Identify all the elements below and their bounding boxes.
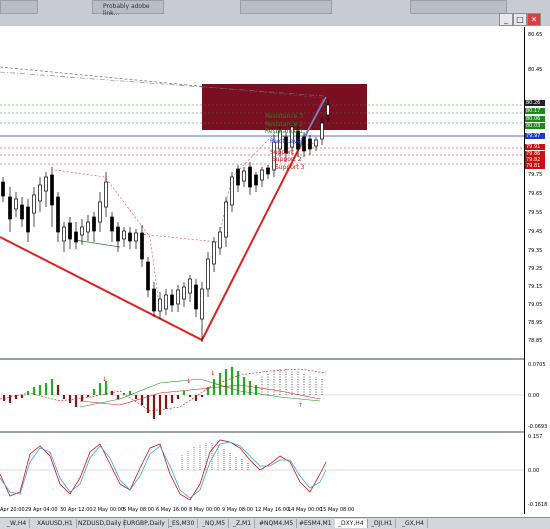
close-button[interactable]: ✕ — [527, 13, 541, 26]
price-tick: 79.45 — [528, 229, 543, 235]
osma-axis-mid: 0.00 — [528, 393, 540, 399]
window-thumbnail-adobe[interactable]: Probably adobe link... — [92, 0, 164, 17]
arrow-marker: ↓ — [210, 370, 215, 377]
support-1-label: Support 1 — [270, 149, 300, 156]
date-tick: 6 May 16:00 — [156, 507, 188, 513]
price-badge-pivot: 79.97 — [525, 133, 545, 139]
zigzag-line — [139, 131, 277, 243]
thumbnail-title: Probably adobe link... — [103, 3, 150, 17]
price-tick: 78.95 — [528, 320, 543, 326]
tab-es-m30[interactable]: _ES,M30 — [166, 519, 199, 528]
tab-esm4-m1[interactable]: #ESM4,M1 — [296, 519, 336, 528]
price-tick: 78.85 — [528, 338, 543, 344]
support-2-label: Support 2 — [272, 156, 302, 163]
tab-eurgbp-daily[interactable]: EURGBP,Daily — [120, 519, 169, 528]
date-tick: 30 Apr 12:00 — [60, 507, 93, 513]
arrow-marker: ↓ — [186, 378, 191, 385]
price-tick: 79.65 — [528, 191, 543, 197]
tab-w-h4[interactable]: _W,H4 — [4, 519, 31, 528]
window-thumbnail[interactable] — [0, 0, 38, 14]
date-tick: 12 May 16:00 — [255, 507, 290, 513]
osma-bars — [2, 367, 258, 419]
date-tick: 29 Apr 04:00 — [25, 507, 58, 513]
arrow-marker: ↓ — [102, 376, 107, 383]
date-tick: 2 May 00:00 — [93, 507, 125, 513]
window-thumbnail[interactable] — [240, 0, 332, 14]
osma-dots — [261, 369, 323, 395]
tab-nqm4-m5[interactable]: #NQM4,M5 — [256, 519, 298, 528]
price-tick: 79.55 — [528, 210, 543, 216]
date-tick: 5 May 08:00 — [123, 507, 155, 513]
osma-axis-bottom: -0.0693 — [528, 424, 548, 430]
date-tick: 9 May 08:00 — [222, 507, 254, 513]
tab-dxy-h4[interactable]: _DXY,H4 — [335, 519, 368, 528]
tab-dji-h1[interactable]: _DJI,H1 — [368, 519, 397, 528]
osma-indicator-pane[interactable]: ↓ ↓ ↓ ↑ — [0, 361, 524, 429]
osma-signal-line — [0, 368, 327, 412]
trend-line — [0, 98, 325, 342]
resistance-3-label: Resistance 3 — [265, 113, 304, 120]
resistance-1-label: Resistance 1 — [265, 128, 304, 135]
date-tick: 8 May 00:00 — [189, 507, 221, 513]
tab-nq-m5[interactable]: _NQ,M5 — [199, 519, 230, 528]
price-tick: 80.45 — [528, 67, 543, 73]
channel-line — [0, 66, 325, 99]
candles — [1, 99, 330, 342]
arrow-marker: ↑ — [298, 402, 303, 409]
price-badge-s4: 79.81 — [525, 163, 545, 169]
window-thumbnail[interactable] — [410, 0, 507, 14]
price-chart[interactable] — [0, 27, 524, 357]
osma-axis-top: 0.0705 — [528, 362, 546, 368]
tab-xauusd-h1[interactable]: XAUUSD,H1 — [34, 519, 77, 528]
support-3-label: Support 3 — [275, 164, 305, 171]
date-tick: Apr 20:00 — [0, 507, 25, 513]
price-tick: 79.05 — [528, 302, 543, 308]
price-tick: 80.65 — [528, 32, 543, 38]
pane-separator[interactable] — [0, 358, 524, 360]
resistance-2-label: Resistance 2 — [265, 121, 304, 128]
osc-axis-bottom: -0.1618 — [528, 502, 548, 508]
restore-button[interactable]: □ — [513, 13, 527, 26]
osma-green-line — [79, 378, 321, 408]
tab-nzdusd-daily[interactable]: NZDUSD,Daily — [75, 519, 126, 528]
pivot-label: Pivot Level — [270, 138, 303, 145]
price-badge-r2: 80.06 — [525, 116, 545, 122]
window-titlebar: Probably adobe link... _ □ ✕ — [0, 0, 550, 26]
price-tick: 79.35 — [528, 248, 543, 254]
price-badge-current: 80.26 — [525, 100, 545, 106]
price-badge-r1: 80.03 — [525, 123, 545, 129]
price-tick: 79.75 — [528, 172, 543, 178]
osc-axis-top: 0.157 — [528, 434, 543, 440]
osc-axis-mid: 0.00 — [528, 468, 540, 474]
price-tick: 79.15 — [528, 284, 543, 290]
price-tick: 79.25 — [528, 266, 543, 272]
chart-tabs-bar: _W,H4 XAUUSD,H1 NZDUSD,Daily EURGBP,Dail… — [0, 517, 550, 529]
pane-separator[interactable] — [0, 431, 524, 433]
minimize-button[interactable]: _ — [499, 13, 513, 26]
price-badge-r3: 80.17 — [525, 108, 545, 114]
tab-gx-h4[interactable]: _GX,H4 — [399, 519, 428, 528]
date-tick: 15 May 08:00 — [320, 507, 355, 513]
date-tick: 14 May 00:00 — [288, 507, 323, 513]
oscillator-indicator-pane[interactable] — [0, 434, 524, 506]
price-badge-s1: 79.91 — [525, 144, 545, 150]
tab-z-m1[interactable]: _Z,M1 — [230, 519, 256, 528]
